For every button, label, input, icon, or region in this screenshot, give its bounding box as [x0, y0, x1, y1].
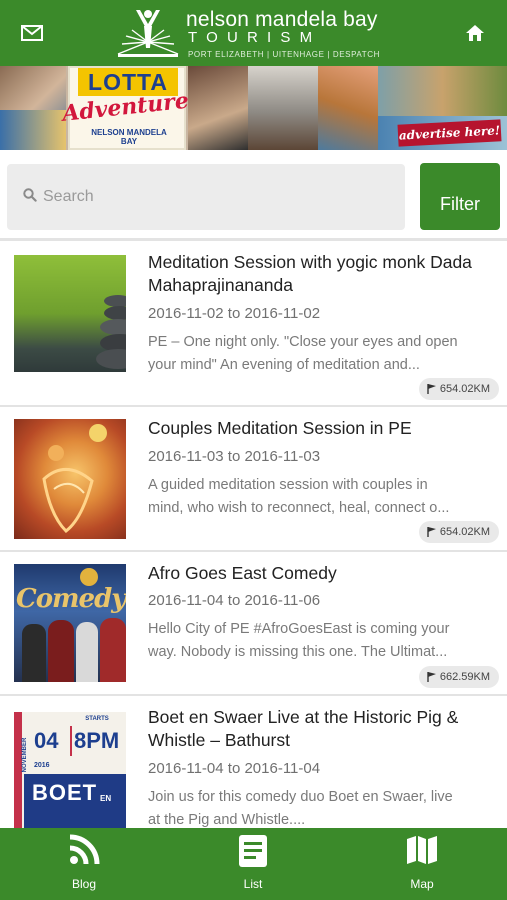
poster-day: 04 — [34, 728, 59, 753]
event-title[interactable]: Meditation Session with yogic monk Dada … — [148, 251, 488, 297]
list-icon-wrap — [233, 834, 273, 868]
event-dates: 2016-11-02 to 2016-11-02 — [148, 305, 321, 322]
nav-blog[interactable]: Blog — [24, 828, 144, 900]
mail-icon — [21, 25, 43, 41]
poster-divider — [70, 726, 72, 756]
distance-badge: 654.02KM — [418, 378, 499, 400]
home-icon — [466, 25, 484, 41]
search-box[interactable] — [7, 164, 405, 230]
list-item[interactable]: NOVEMBER STARTS 04 8PM 2016 BOET EN Boet… — [0, 696, 507, 828]
banner-photo — [0, 110, 66, 150]
distance-value: 662.59KM — [439, 671, 490, 683]
comedian-figure — [48, 620, 74, 682]
app-header: nelson mandela bay TOURISM PORT ELIZABET… — [0, 0, 507, 66]
filter-button[interactable]: Filter — [420, 163, 500, 230]
distance-badge: 654.02KM — [418, 521, 499, 543]
comedy-badge — [80, 568, 98, 586]
flag-icon — [427, 672, 436, 682]
bottom-navigation: Blog List Map — [0, 828, 507, 900]
map-icon — [407, 836, 437, 864]
event-thumbnail — [14, 255, 126, 372]
list-item[interactable]: Meditation Session with yogic monk Dada … — [0, 241, 507, 407]
description-line: way. Nobody is missing this one. The Ult… — [148, 644, 448, 660]
search-icon — [23, 188, 37, 202]
comedian-figure — [100, 618, 126, 682]
banner-photo — [248, 66, 318, 150]
comedian-figure — [22, 624, 46, 682]
poster-year: 2016 — [34, 762, 50, 769]
stones-icon — [96, 295, 126, 369]
brand-logo[interactable]: nelson mandela bay TOURISM PORT ELIZABET… — [112, 2, 412, 64]
list-item[interactable]: Couples Meditation Session in PE 2016-11… — [0, 407, 507, 552]
event-list[interactable]: Meditation Session with yogic monk Dada … — [0, 241, 507, 828]
logo-figure-icon — [117, 10, 179, 57]
event-dates: 2016-11-03 to 2016-11-03 — [148, 448, 321, 465]
event-title[interactable]: Couples Meditation Session in PE — [148, 417, 488, 440]
event-description: PE – One night only. "Close your eyes an… — [148, 331, 486, 377]
event-title[interactable]: Afro Goes East Comedy — [148, 562, 488, 585]
mail-button[interactable] — [2, 0, 62, 66]
list-item[interactable]: Comedy Afro Goes East Comedy 2016-11-04 … — [0, 552, 507, 696]
event-thumbnail — [14, 419, 126, 539]
rss-icon — [69, 834, 100, 865]
list-icon — [239, 835, 267, 867]
description-line: mind, who wish to reconnect, heal, conne… — [148, 500, 450, 516]
description-line: PE – One night only. "Close your eyes an… — [148, 334, 458, 350]
poster-starts: STARTS — [85, 716, 109, 722]
comedy-wordmark: Comedy — [16, 584, 126, 614]
flag-icon — [427, 384, 436, 394]
brand-places: PORT ELIZABETH | UITENHAGE | DESPATCH — [188, 50, 381, 59]
rss-icon-wrap — [64, 834, 104, 868]
map-icon-wrap — [402, 834, 442, 868]
distance-value: 654.02KM — [439, 526, 490, 538]
event-description: A guided meditation session with couples… — [148, 474, 486, 520]
comedian-figure — [76, 622, 98, 682]
brand-subtitle: TOURISM — [188, 29, 322, 46]
banner-tagline: NELSON MANDELA BAY — [91, 128, 167, 146]
event-thumbnail: Comedy — [14, 564, 126, 682]
nav-label: Blog — [71, 877, 97, 891]
poster-name-en: EN — [100, 794, 112, 803]
description-line: Hello City of PE #AfroGoesEast is coming… — [148, 621, 450, 637]
distance-value: 654.02KM — [439, 383, 490, 395]
nav-label: Map — [410, 877, 434, 891]
banner-photo — [188, 66, 248, 150]
banner-photo — [378, 66, 507, 116]
poster-time: 8PM — [74, 728, 120, 753]
description-line: your mind" An evening of meditation and.… — [148, 357, 420, 373]
search-input[interactable] — [43, 182, 393, 212]
event-description: Join us for this comedy duo Boet en Swae… — [148, 786, 486, 828]
distance-badge: 662.59KM — [418, 666, 499, 688]
nav-map[interactable]: Map — [362, 828, 482, 900]
event-dates: 2016-11-04 to 2016-11-06 — [148, 592, 321, 609]
description-line: A guided meditation session with couples… — [148, 477, 428, 493]
description-line: at the Pig and Whistle.... — [148, 812, 306, 828]
flag-icon — [427, 527, 436, 537]
event-title[interactable]: Boet en Swaer Live at the Historic Pig &… — [148, 706, 488, 752]
description-line: Join us for this comedy duo Boet en Swae… — [148, 789, 453, 805]
event-description: Hello City of PE #AfroGoesEast is coming… — [148, 618, 486, 664]
event-dates: 2016-11-04 to 2016-11-04 — [148, 760, 321, 777]
nav-list[interactable]: List — [193, 828, 313, 900]
home-button[interactable] — [445, 0, 505, 66]
couple-art-icon — [42, 424, 107, 533]
poster-stripe — [14, 712, 22, 828]
banner-photo — [318, 66, 378, 150]
event-thumbnail: NOVEMBER STARTS 04 8PM 2016 BOET EN — [14, 712, 126, 828]
nav-label: List — [243, 877, 263, 891]
